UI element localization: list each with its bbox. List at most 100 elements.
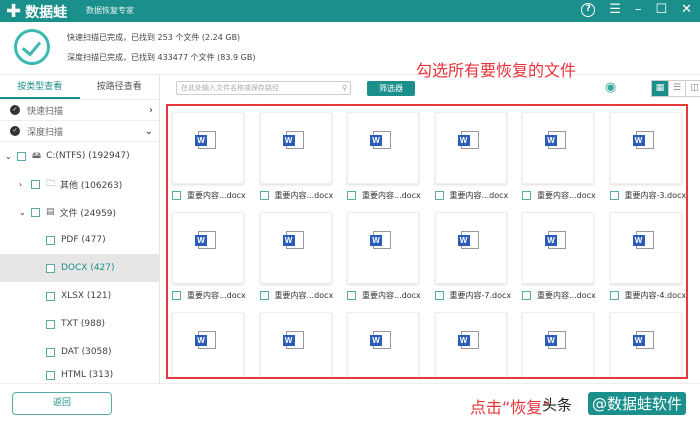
tree-item-dat[interactable]: DAT (3058) (0, 338, 159, 366)
detail-view-icon[interactable]: ◫ (686, 81, 700, 96)
file-checkbox[interactable] (172, 291, 181, 300)
tab-by-type[interactable]: 按类型查看 (0, 75, 80, 99)
quick-scan-row[interactable]: ✓ 快速扫描 › (0, 100, 159, 121)
file-thumbnail[interactable]: W (172, 312, 244, 377)
file-item[interactable]: W 重要内容...docx (434, 112, 508, 212)
menu-icon[interactable]: ☰ (609, 2, 621, 17)
help-icon[interactable]: ? (581, 3, 596, 17)
file-thumbnail[interactable]: W (522, 312, 594, 377)
search-input[interactable]: 在此处输入文件名称或保存路径 ⚲ (176, 81, 351, 95)
file-thumbnail[interactable]: W (172, 212, 244, 284)
file-item[interactable]: W (172, 312, 244, 377)
file-item[interactable]: W 重要内容...docx (259, 112, 334, 212)
checkbox[interactable] (31, 179, 40, 189)
file-item[interactable]: W (347, 312, 419, 377)
file-item[interactable]: W 重要内容...docx (172, 212, 246, 312)
file-thumbnail[interactable]: W (609, 112, 682, 184)
chevron-right-icon[interactable]: › (149, 105, 153, 116)
file-thumbnail[interactable]: W (347, 212, 419, 284)
grid-view-icon[interactable]: ▦ (652, 81, 669, 96)
file-item[interactable]: W (522, 312, 594, 377)
file-item[interactable]: W 重要内容-4.docx (609, 212, 686, 312)
checkbox[interactable] (46, 291, 55, 301)
app-logo: ✚ 数据蛙 (6, 2, 67, 22)
file-item[interactable]: W 重要内容...docx (522, 112, 596, 212)
file-checkbox[interactable] (259, 291, 269, 300)
file-checkbox[interactable] (347, 191, 356, 200)
deep-scan-row[interactable]: ✓ 深度扫描 ⌄ (0, 121, 159, 142)
file-thumbnail[interactable]: W (522, 212, 594, 284)
file-thumbnail[interactable]: W (434, 312, 507, 377)
file-item[interactable]: W 重要内容...docx (347, 212, 421, 312)
tree-item-pdf[interactable]: PDF (477) (0, 226, 159, 254)
tree-item-xlsx[interactable]: XLSX (121) (0, 282, 159, 310)
chevron-down-icon[interactable]: ⌄ (145, 126, 153, 137)
file-thumbnail[interactable]: W (434, 112, 507, 184)
word-doc-icon: W (195, 231, 216, 249)
file-item[interactable]: W 重要内容...docx (347, 112, 421, 212)
file-checkbox[interactable] (434, 291, 444, 300)
file-thumbnail[interactable]: W (259, 212, 332, 284)
file-thumbnail[interactable]: W (522, 112, 594, 184)
tree-label: DAT (3058) (61, 347, 112, 357)
file-item[interactable]: W (434, 312, 507, 377)
quick-scan-status: 快速扫描已完成，已找到 253 个文件 (2.24 GB) (67, 33, 241, 42)
tree-item-html[interactable]: HTML (313) (0, 366, 159, 380)
check-circle-icon (14, 29, 50, 65)
file-checkbox[interactable] (434, 191, 444, 200)
file-checkbox[interactable] (347, 291, 356, 300)
watermark: @数据蛙软件 (588, 392, 687, 415)
file-thumbnail[interactable]: W (347, 112, 419, 184)
tree-item-drive-c[interactable]: ⌄ 🖴 C:(NTFS) (192947) (0, 142, 159, 170)
file-thumbnail[interactable]: W (609, 212, 682, 284)
scan-summary: 快速扫描已完成，已找到 253 个文件 (2.24 GB) 深度扫描已完成，已找… (0, 22, 700, 75)
checkbox[interactable] (17, 151, 26, 161)
file-checkbox[interactable] (522, 291, 531, 300)
file-name: 重要内容...docx (362, 291, 421, 300)
checkbox[interactable] (46, 319, 55, 329)
word-doc-icon: W (632, 131, 654, 149)
tab-by-path[interactable]: 按路径查看 (80, 75, 160, 99)
checkbox[interactable] (46, 371, 55, 380)
file-checkbox[interactable] (172, 191, 181, 200)
file-thumbnail[interactable]: W (172, 112, 244, 184)
tree-item-docx[interactable]: DOCX (427) (0, 254, 159, 282)
file-thumbnail[interactable]: W (347, 312, 419, 377)
close-button[interactable]: ✕ (681, 2, 692, 17)
checkbox[interactable] (46, 263, 55, 273)
search-icon[interactable]: ⚲ (342, 82, 347, 94)
checkbox[interactable] (46, 235, 55, 245)
file-thumbnail[interactable]: W (434, 212, 507, 284)
tree-item-files[interactable]: ⌄ ▤ 文件 (24959) (0, 198, 159, 226)
file-checkbox[interactable] (609, 291, 619, 300)
tree-item-txt[interactable]: TXT (988) (0, 310, 159, 338)
eye-icon[interactable]: ◉ (605, 80, 616, 95)
list-view-icon[interactable]: ☰ (669, 81, 686, 96)
file-item[interactable]: W 重要内容...docx (522, 212, 596, 312)
checkbox[interactable] (46, 347, 55, 357)
chevron-down-icon[interactable]: ⌄ (19, 208, 31, 217)
back-button[interactable]: 返回 (12, 392, 112, 415)
file-thumbnail[interactable]: W (259, 312, 332, 377)
maximize-button[interactable]: ☐ (655, 2, 667, 17)
file-item[interactable]: W 重要内容-3.docx (609, 112, 686, 212)
file-name: 重要内容...docx (274, 191, 334, 200)
file-thumbnail[interactable]: W (609, 312, 682, 377)
file-checkbox[interactable] (259, 191, 269, 200)
file-item[interactable]: W 重要内容...docx (259, 212, 333, 312)
chevron-right-icon[interactable]: › (19, 180, 31, 189)
annotation-click-recover: 点击“恢复” (470, 398, 551, 417)
checkbox[interactable] (31, 207, 40, 217)
file-checkbox[interactable] (522, 191, 531, 200)
tree-item-other[interactable]: › 🗀 其他 (106263) (0, 170, 159, 198)
file-checkbox[interactable] (609, 191, 619, 200)
filter-button[interactable]: 筛选器 (367, 81, 415, 96)
file-item[interactable]: W (609, 312, 682, 377)
file-item[interactable]: W 重要内容...docx (172, 112, 246, 212)
word-doc-icon: W (370, 331, 391, 349)
chevron-down-icon[interactable]: ⌄ (5, 152, 17, 161)
minimize-button[interactable]: – (635, 2, 642, 17)
file-item[interactable]: W 重要内容-7.docx (434, 212, 511, 312)
file-item[interactable]: W (259, 312, 332, 377)
file-thumbnail[interactable]: W (259, 112, 332, 184)
